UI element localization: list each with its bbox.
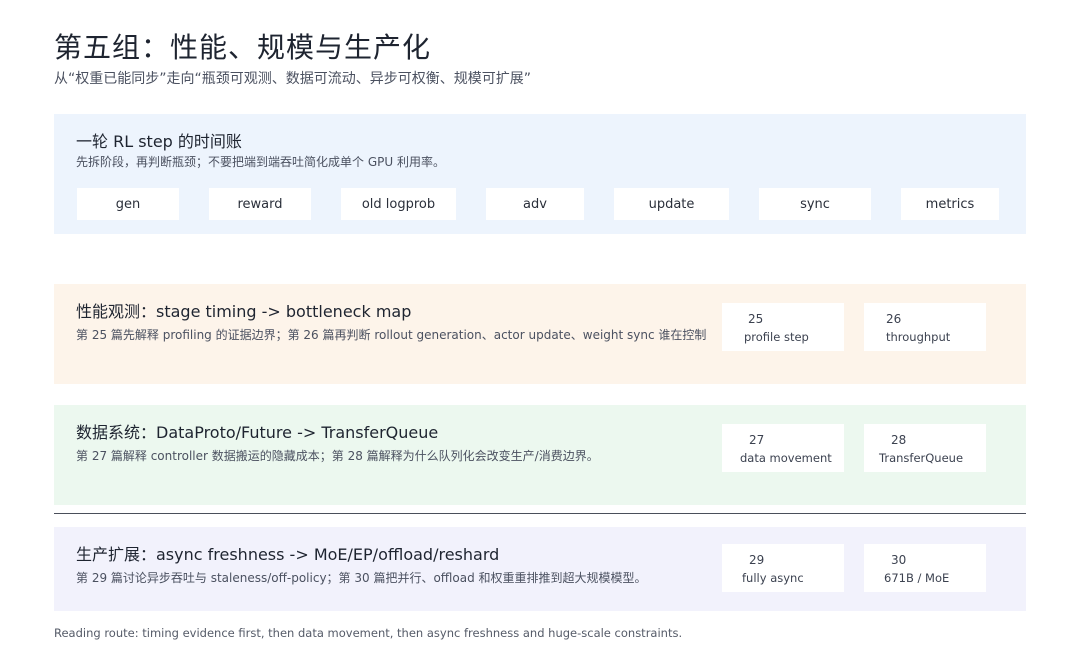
article-label: TransferQueue bbox=[879, 451, 964, 465]
article-label: throughput bbox=[886, 330, 951, 344]
page-title: 第五组：性能、规模与生产化 bbox=[54, 31, 432, 64]
timing-panel-title: 一轮 RL step 的时间账 bbox=[76, 132, 242, 151]
article-label: data movement bbox=[740, 451, 832, 465]
article-card-26: 26 throughput bbox=[864, 303, 986, 351]
article-card-28: 28 TransferQueue bbox=[864, 424, 986, 472]
stage-chip-gen: gen bbox=[77, 188, 179, 220]
reading-route-note: Reading route: timing evidence first, th… bbox=[54, 626, 683, 640]
article-card-29: 29 fully async bbox=[722, 544, 844, 592]
stage-chip-metrics: metrics bbox=[901, 188, 999, 220]
article-number: 25 bbox=[748, 312, 764, 326]
section-divider bbox=[54, 513, 1026, 514]
article-number: 26 bbox=[886, 312, 902, 326]
section-production: 生产扩展：async freshness -> MoE/EP/offload/r… bbox=[54, 527, 1026, 611]
article-label: 671B / MoE bbox=[884, 571, 950, 585]
stage-chip-sync: sync bbox=[759, 188, 871, 220]
stage-chip-adv: adv bbox=[486, 188, 584, 220]
section-performance: 性能观测：stage timing -> bottleneck map 第 25… bbox=[54, 284, 1026, 384]
article-number: 28 bbox=[891, 433, 907, 447]
page-subtitle: 从“权重已能同步”走向“瓶颈可观测、数据可流动、异步可权衡、规模可扩展” bbox=[54, 71, 532, 87]
article-number: 29 bbox=[749, 553, 765, 567]
article-label: profile step bbox=[744, 330, 809, 344]
stage-chip-reward: reward bbox=[209, 188, 311, 220]
section-desc: 第 29 篇讨论异步吞吐与 staleness/off-policy；第 30 … bbox=[76, 571, 647, 585]
article-card-30: 30 671B / MoE bbox=[864, 544, 986, 592]
article-number: 30 bbox=[891, 553, 907, 567]
article-number: 27 bbox=[749, 433, 765, 447]
section-title: 性能观测：stage timing -> bottleneck map bbox=[76, 302, 412, 321]
timing-panel-desc: 先拆阶段，再判断瓶颈；不要把端到端吞吐简化成单个 GPU 利用率。 bbox=[76, 155, 445, 169]
stage-chip-old-logprob: old logprob bbox=[341, 188, 456, 220]
article-card-27: 27 data movement bbox=[722, 424, 844, 472]
section-title: 生产扩展：async freshness -> MoE/EP/offload/r… bbox=[76, 545, 500, 564]
stage-chip-update: update bbox=[614, 188, 729, 220]
article-label: fully async bbox=[742, 571, 804, 585]
timing-panel: 一轮 RL step 的时间账 先拆阶段，再判断瓶颈；不要把端到端吞吐简化成单个… bbox=[54, 114, 1026, 234]
section-desc: 第 27 篇解释 controller 数据搬运的隐藏成本；第 28 篇解释为什… bbox=[76, 449, 599, 463]
section-data-system: 数据系统：DataProto/Future -> TransferQueue 第… bbox=[54, 405, 1026, 505]
section-desc: 第 25 篇先解释 profiling 的证据边界；第 26 篇再判断 roll… bbox=[76, 328, 707, 342]
section-title: 数据系统：DataProto/Future -> TransferQueue bbox=[76, 423, 439, 442]
article-card-25: 25 profile step bbox=[722, 303, 844, 351]
